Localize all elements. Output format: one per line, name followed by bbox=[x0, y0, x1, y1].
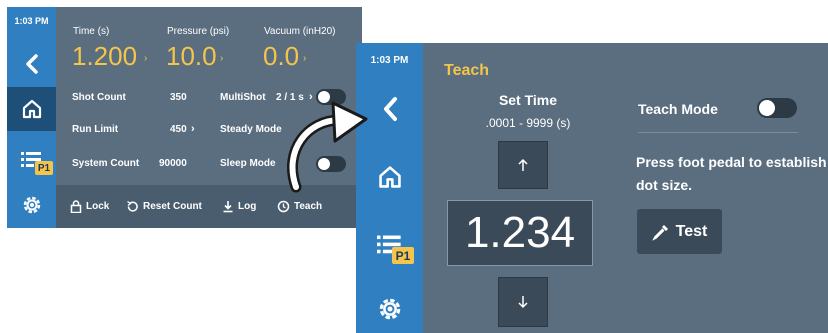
test-label: Test bbox=[675, 222, 708, 240]
home-button[interactable] bbox=[7, 87, 56, 131]
reset-count-button[interactable]: Reset Count bbox=[126, 185, 202, 228]
set-time-range: .0001 - 9999 (s) bbox=[485, 116, 571, 130]
vacuum-chevron: › bbox=[303, 53, 307, 64]
program-list-button[interactable]: P1 bbox=[7, 139, 56, 181]
time-value[interactable]: 1.200 bbox=[72, 41, 137, 72]
clock-icon bbox=[277, 200, 290, 213]
teach-program-badge: P1 bbox=[392, 247, 414, 264]
gear-icon bbox=[23, 196, 40, 214]
pressure-chevron: › bbox=[220, 53, 224, 64]
arrow-up-icon bbox=[518, 158, 528, 171]
teach-settings-button[interactable] bbox=[356, 289, 423, 329]
test-button[interactable]: Test bbox=[637, 209, 722, 254]
run-limit-chevron: › bbox=[191, 123, 195, 135]
arrow-down-icon bbox=[518, 296, 528, 309]
set-time-label: Set Time bbox=[498, 92, 558, 108]
system-count-label: System Count bbox=[72, 158, 140, 169]
steady-mode-label: Steady Mode bbox=[220, 124, 282, 135]
multishot-label: MultiShot bbox=[220, 92, 266, 103]
run-limit-label: Run Limit bbox=[72, 124, 119, 135]
gear-icon bbox=[379, 298, 400, 320]
teach-panel: Teach Set Time .0001 - 9999 (s) 1.234 Te… bbox=[423, 43, 828, 333]
instruction-text: Press foot pedal to establish dot size. bbox=[636, 154, 827, 193]
download-icon bbox=[223, 201, 233, 213]
vacuum-value[interactable]: 0.0 bbox=[263, 41, 299, 72]
home-icon bbox=[378, 166, 401, 188]
teach-mode-toggle[interactable] bbox=[757, 98, 797, 118]
log-button[interactable]: Log bbox=[222, 185, 256, 228]
increment-button[interactable] bbox=[498, 141, 548, 189]
program-badge: P1 bbox=[35, 161, 53, 175]
reset-icon bbox=[127, 200, 138, 212]
settings-button[interactable] bbox=[7, 185, 56, 225]
divider bbox=[638, 132, 798, 133]
status-time: 1:03 PM bbox=[14, 16, 49, 26]
set-time-value[interactable]: 1.234 bbox=[447, 200, 593, 266]
teach-title: Teach bbox=[444, 62, 490, 79]
sidebar: 1:03 PM P1 bbox=[7, 7, 56, 228]
teach-mode-label: Teach Mode bbox=[638, 101, 718, 117]
shot-count-label: Shot Count bbox=[72, 92, 126, 103]
teach-status-time: 1:03 PM bbox=[370, 55, 409, 66]
log-label: Log bbox=[238, 201, 257, 212]
sleep-mode-label: Sleep Mode bbox=[220, 158, 276, 169]
vacuum-label: Vacuum (inH20) bbox=[264, 26, 336, 37]
shot-count-value: 350 bbox=[170, 92, 187, 103]
decrement-button[interactable] bbox=[498, 277, 548, 327]
time-label: Time (s) bbox=[73, 26, 110, 37]
transition-arrow-icon bbox=[287, 101, 368, 193]
lock-label: Lock bbox=[86, 201, 110, 212]
chevron-left-icon bbox=[383, 97, 397, 121]
teach-program-list-button[interactable]: P1 bbox=[356, 223, 423, 267]
dropper-icon bbox=[651, 224, 668, 241]
teach-screen: 1:03 PM P1 Teach Set Time .0001 - 9999 (… bbox=[356, 43, 828, 333]
time-chevron: › bbox=[144, 53, 148, 64]
back-button[interactable] bbox=[7, 43, 56, 85]
pressure-value[interactable]: 10.0 bbox=[166, 41, 217, 72]
system-count-value: 90000 bbox=[159, 158, 187, 169]
chevron-left-icon bbox=[25, 54, 38, 74]
lock-icon bbox=[70, 200, 82, 213]
home-icon bbox=[22, 99, 41, 119]
lock-button[interactable]: Lock bbox=[70, 185, 109, 228]
pressure-label: Pressure (psi) bbox=[167, 26, 230, 37]
run-limit-value[interactable]: 450 bbox=[170, 124, 187, 135]
teach-label: Teach bbox=[294, 201, 323, 212]
reset-count-label: Reset Count bbox=[143, 201, 202, 212]
